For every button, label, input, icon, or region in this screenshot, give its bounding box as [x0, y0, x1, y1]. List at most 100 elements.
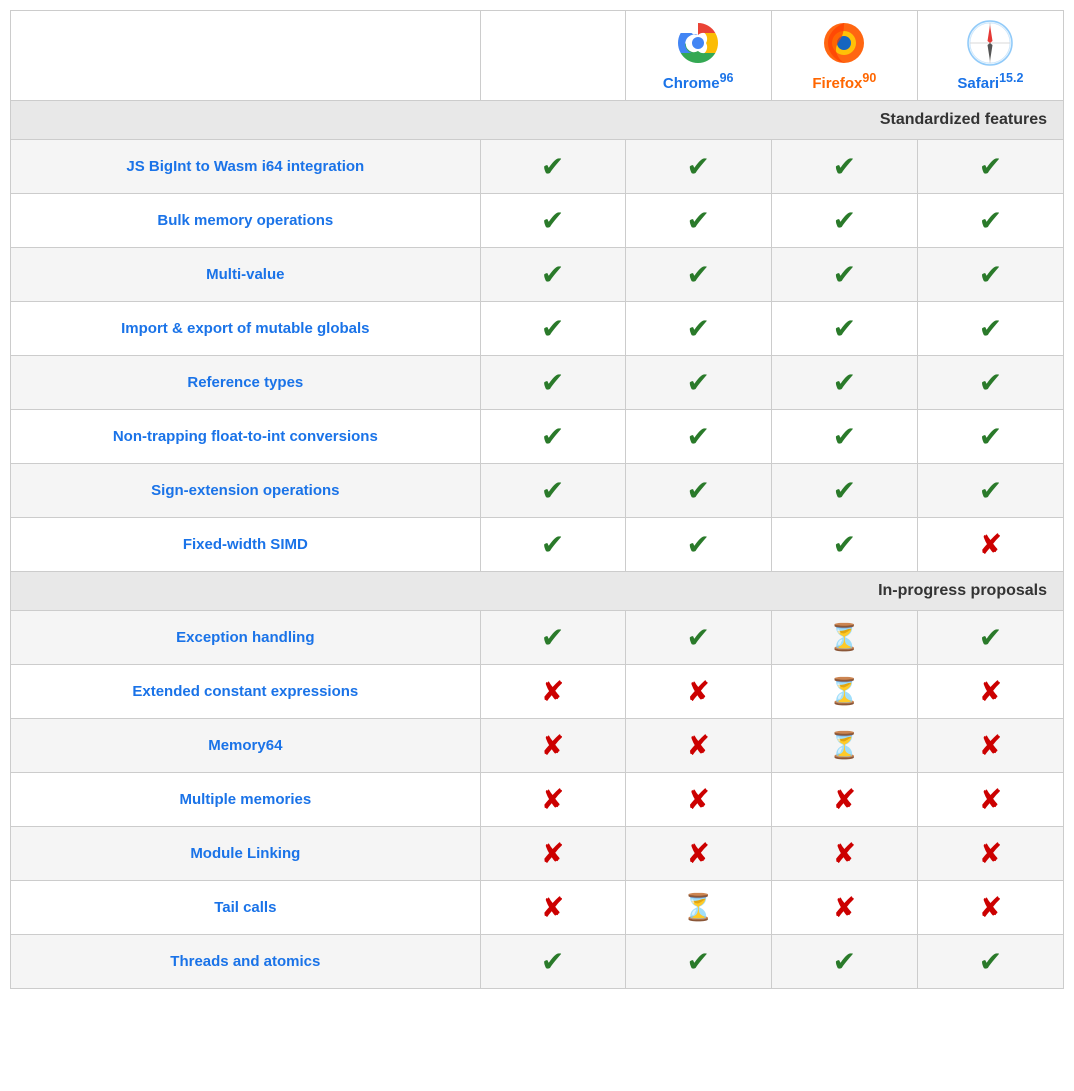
section-title: In-progress proposals	[11, 572, 1064, 611]
firefox-icon	[820, 19, 868, 67]
feature-row: Reference types ✔ ✔ ✔ ✔	[11, 356, 1064, 410]
support-cell: ✔	[771, 935, 917, 989]
hourglass-icon: ⏳	[682, 892, 714, 923]
support-cell: ✘	[917, 665, 1063, 719]
support-cell: ✔	[625, 140, 771, 194]
cross-icon: ✘	[541, 729, 564, 762]
support-cell: ✔	[771, 410, 917, 464]
support-cell: ✘	[771, 773, 917, 827]
cross-icon: ✘	[979, 891, 1002, 924]
check-icon: ✔	[979, 150, 1002, 183]
cross-icon: ✘	[541, 675, 564, 708]
check-icon: ✔	[541, 312, 564, 345]
check-icon: ✔	[979, 312, 1002, 345]
check-icon: ✔	[833, 945, 856, 978]
check-icon: ✔	[686, 150, 709, 183]
check-icon: ✔	[686, 258, 709, 291]
feature-row: Multi-value ✔ ✔ ✔ ✔	[11, 248, 1064, 302]
support-cell: ✔	[480, 464, 625, 518]
check-icon: ✔	[541, 945, 564, 978]
check-icon: ✔	[686, 528, 709, 561]
support-cell: ✘	[625, 665, 771, 719]
safari-version: 15.2	[999, 71, 1023, 85]
check-icon: ✔	[833, 474, 856, 507]
feature-row: Tail calls✘⏳✘✘	[11, 881, 1064, 935]
chrome-name: Chrome96	[663, 75, 734, 92]
feature-name-cell: Reference types	[11, 356, 481, 410]
feature-row: Module Linking✘✘✘✘	[11, 827, 1064, 881]
check-icon: ✔	[686, 420, 709, 453]
support-cell: ✔	[917, 248, 1063, 302]
cross-icon: ✘	[686, 837, 709, 870]
support-cell: ✔	[625, 410, 771, 464]
check-icon: ✔	[686, 621, 709, 654]
feature-name-cell: Non-trapping float-to-int conversions	[11, 410, 481, 464]
check-icon: ✔	[541, 366, 564, 399]
firefox-header: Firefox90	[771, 11, 917, 101]
support-cell: ✔	[625, 302, 771, 356]
section-header-row: Standardized features	[11, 101, 1064, 140]
support-cell: ✘	[625, 773, 771, 827]
cross-icon: ✘	[541, 837, 564, 870]
safari-icon	[966, 19, 1014, 67]
check-icon: ✔	[833, 258, 856, 291]
feature-row: JS BigInt to Wasm i64 integration✔✔✔✔	[11, 140, 1064, 194]
check-icon: ✔	[833, 366, 856, 399]
support-cell: ✔	[771, 518, 917, 572]
support-cell: ✔	[771, 248, 917, 302]
cross-icon: ✘	[686, 729, 709, 762]
support-cell: ✘	[771, 881, 917, 935]
firefox-version: 90	[862, 71, 876, 85]
cross-icon: ✘	[979, 675, 1002, 708]
feature-name-cell: Sign-extension operations	[11, 464, 481, 518]
feature-row: Bulk memory operations✔✔✔✔	[11, 194, 1064, 248]
check-icon: ✔	[979, 204, 1002, 237]
support-cell: ✔	[917, 410, 1063, 464]
check-icon: ✔	[979, 420, 1002, 453]
check-icon: ✔	[686, 945, 709, 978]
check-icon: ✔	[686, 366, 709, 399]
support-cell: ✘	[917, 827, 1063, 881]
support-cell: ✔	[917, 464, 1063, 518]
support-cell: ✘	[625, 827, 771, 881]
support-cell: ✔	[480, 140, 625, 194]
check-icon: ✔	[541, 474, 564, 507]
feature-row: Exception handling✔✔⏳✔	[11, 611, 1064, 665]
feature-name-cell: Tail calls	[11, 881, 481, 935]
feature-name-cell: Memory64	[11, 719, 481, 773]
support-cell: ✔	[625, 356, 771, 410]
check-icon: ✔	[686, 312, 709, 345]
feature-row: Multiple memories✘✘✘✘	[11, 773, 1064, 827]
support-cell: ✘	[480, 773, 625, 827]
support-cell: ✔	[917, 356, 1063, 410]
chrome-version: 96	[720, 71, 734, 85]
support-cell: ✘	[480, 827, 625, 881]
table-body: Standardized featuresJS BigInt to Wasm i…	[11, 101, 1064, 989]
support-cell: ✔	[771, 140, 917, 194]
feature-name-cell: Multi-value	[11, 248, 481, 302]
support-cell: ⏳	[771, 665, 917, 719]
hourglass-icon: ⏳	[828, 730, 860, 761]
feature-row: Sign-extension operations✔✔✔✔	[11, 464, 1064, 518]
feature-row: Import & export of mutable globals✔✔✔✔	[11, 302, 1064, 356]
feature-column-header	[11, 11, 481, 101]
feature-row: Threads and atomics✔✔✔✔	[11, 935, 1064, 989]
check-icon: ✔	[686, 204, 709, 237]
cross-icon: ✘	[979, 783, 1002, 816]
feature-row: Non-trapping float-to-int conversions ✔ ✔ ✔…	[11, 410, 1064, 464]
check-icon: ✔	[541, 150, 564, 183]
support-cell: ✘	[480, 665, 625, 719]
support-cell: ✔	[480, 302, 625, 356]
feature-name-cell: Extended constant expressions	[11, 665, 481, 719]
feature-name-cell: Exception handling	[11, 611, 481, 665]
support-cell: ✘	[917, 518, 1063, 572]
support-cell: ✔	[917, 194, 1063, 248]
check-icon: ✔	[979, 474, 1002, 507]
check-icon: ✔	[541, 258, 564, 291]
support-cell: ✔	[480, 935, 625, 989]
hourglass-icon: ⏳	[828, 676, 860, 707]
support-cell: ✔	[625, 611, 771, 665]
feature-row: Extended constant expressions ✘ ✘ ⏳ ✘	[11, 665, 1064, 719]
support-cell: ✘	[480, 881, 625, 935]
hourglass-icon: ⏳	[828, 622, 860, 653]
